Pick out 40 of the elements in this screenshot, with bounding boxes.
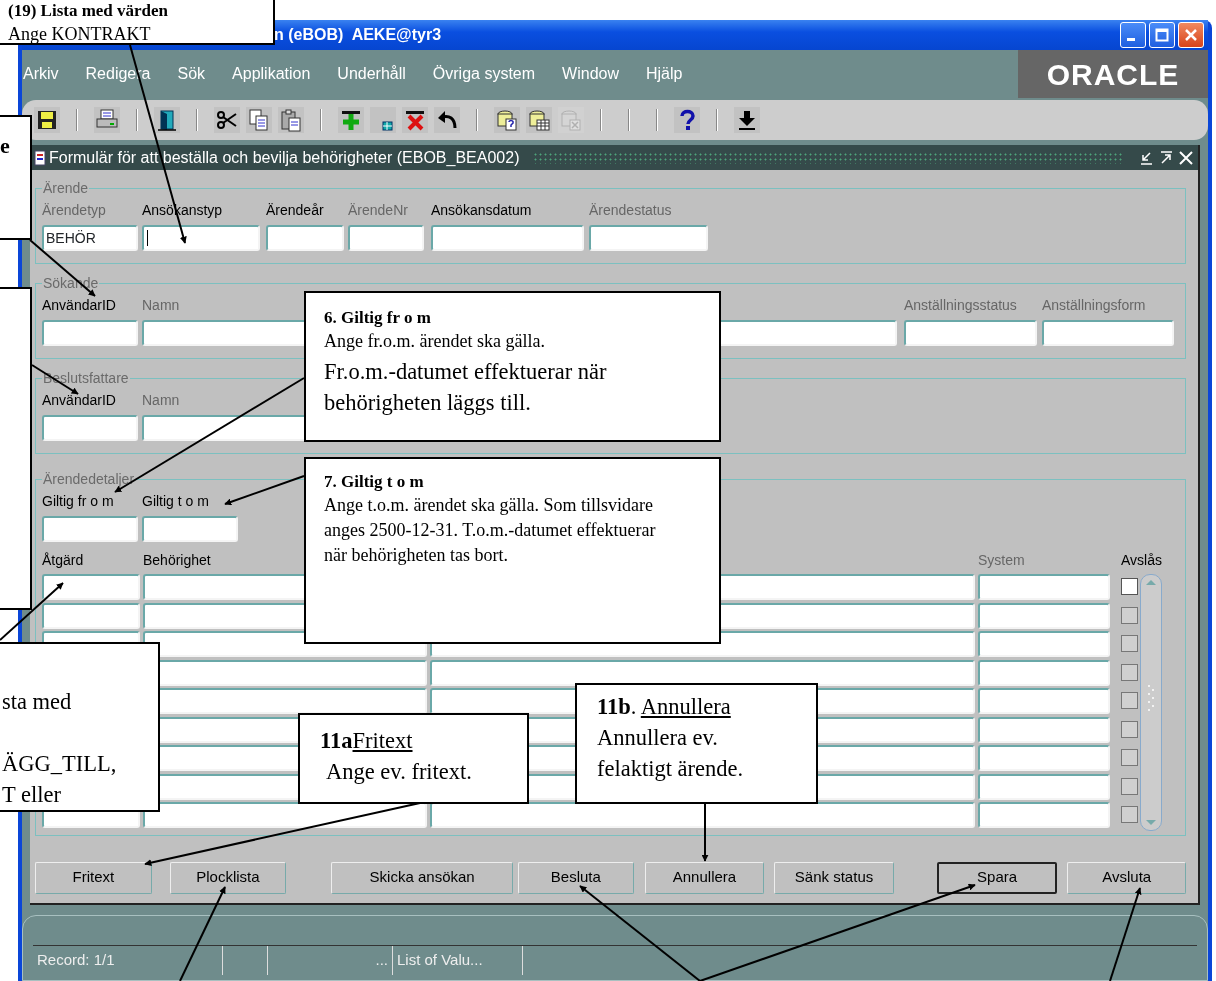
- callout-text: Annullera ev. felaktigt ärende.: [597, 724, 745, 783]
- callout-text: sta med: [2, 688, 72, 716]
- field-label: Namn: [142, 392, 180, 410]
- field-label: AnvändarID: [42, 392, 116, 410]
- column-header: Åtgärd: [42, 552, 84, 570]
- callout-heading: e: [0, 135, 10, 157]
- field-label: Giltig fr o m: [42, 493, 114, 511]
- status-text: Record: 1/1: [33, 946, 223, 975]
- callout-heading: 7. Giltig t o m: [324, 471, 424, 493]
- section-legend: Ärendedetaljer: [42, 471, 136, 487]
- callout-text: Ange fr.o.m. ärendet ska gälla.: [324, 330, 545, 353]
- field-label: AnvändarID: [42, 297, 116, 315]
- column-header: System: [978, 552, 1025, 570]
- column-header: Behörighet: [143, 552, 211, 570]
- logo-text: ORACLE: [1046, 56, 1180, 93]
- field-label: Namn: [142, 297, 180, 315]
- field-label: Anställningsform: [1042, 297, 1146, 315]
- callout-heading: 6. Giltig fr o m: [324, 307, 431, 329]
- field-label: Ärendeår: [266, 202, 324, 220]
- callout-text: Ange KONTRAKT: [8, 23, 151, 46]
- field-label: Ärendestatus: [589, 202, 672, 220]
- column-header: Avslås: [1121, 552, 1162, 570]
- callout-text: Fr.o.m.-datumet effektuerar när behörigheten läggs till.: [324, 358, 608, 417]
- status-text: ...: [268, 946, 393, 975]
- callout-heading: 11aFritext: [320, 727, 413, 755]
- callout-text: Ange ev. fritext.: [325, 758, 472, 786]
- field-label: Anställningsstatus: [904, 297, 1017, 315]
- callout-heading: 11b. Annullera: [597, 693, 731, 721]
- callout-text: ÄGG_TILL,: [2, 750, 117, 778]
- section-legend: Ärende: [42, 180, 90, 196]
- status-text: List of Valu...: [393, 946, 523, 975]
- field-label: ÄrendeNr: [348, 202, 408, 220]
- window-title: n (eBOB) AEKE@tyr3: [274, 25, 443, 45]
- field-label: Ärendetyp: [42, 202, 106, 220]
- callout-text: Ange t.o.m. ärendet ska gälla. Som tillsvidare anges 2500-12-31. T.o.m.-datumet effektuerar när behörigheten tas bort.: [324, 494, 657, 567]
- field-label: Ansökansdatum: [431, 202, 532, 220]
- callout-text: T eller: [2, 781, 61, 809]
- callout-heading: (19) Lista med värden: [8, 0, 169, 22]
- form-title: Formulär för att beställa och bevilja behörigheter (EBOB_BEA002): [49, 147, 520, 168]
- field-label: Giltig t o m: [142, 493, 209, 511]
